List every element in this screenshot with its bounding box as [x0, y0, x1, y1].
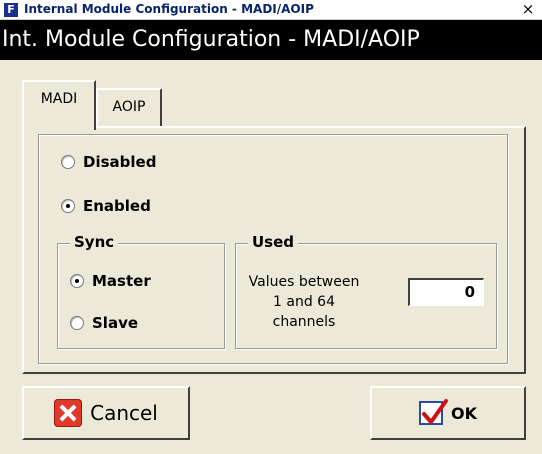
tab-aoip-label: AOIP [112, 99, 146, 115]
page-title: Int. Module Configuration - MADI/AOIP [0, 20, 542, 60]
sync-group: Sync Master Slave [57, 233, 225, 349]
title-bar[interactable]: F Internal Module Configuration - MADI/A… [0, 0, 542, 20]
radio-enabled-label: Enabled [83, 197, 151, 215]
window-title: Internal Module Configuration - MADI/AOI… [24, 2, 314, 16]
radio-disabled-label: Disabled [83, 153, 157, 171]
app-icon: F [4, 3, 18, 17]
ok-button[interactable]: OK [370, 386, 526, 440]
radio-enabled-button[interactable] [61, 199, 75, 213]
used-channels-input[interactable]: 0 [408, 278, 484, 306]
ok-button-label: OK [451, 403, 477, 423]
close-icon[interactable]: × [520, 0, 536, 18]
radio-slave-button[interactable] [70, 316, 84, 330]
used-group: Used Values between 1 and 64 channels 0 [235, 233, 497, 349]
cancel-button[interactable]: Cancel [22, 386, 190, 440]
madi-settings-frame: Disabled Enabled Sync Master Slave Used … [38, 134, 508, 364]
radio-master-button[interactable] [70, 274, 84, 288]
checkmark-icon [419, 399, 448, 425]
madi-panel: Disabled Enabled Sync Master Slave Used … [22, 126, 526, 374]
tab-aoip[interactable]: AOIP [96, 88, 162, 126]
radio-disabled-button[interactable] [61, 155, 75, 169]
radio-slave-label: Slave [92, 314, 139, 332]
radio-slave[interactable]: Slave [70, 314, 138, 332]
radio-master-label: Master [92, 272, 151, 290]
radio-disabled[interactable]: Disabled [61, 153, 156, 171]
sync-group-title: Sync [70, 233, 119, 251]
red-x-icon [54, 399, 83, 427]
used-description: Values between 1 and 64 channels [248, 274, 360, 330]
cancel-button-label: Cancel [90, 401, 158, 425]
tab-madi-label: MADI [40, 91, 78, 107]
radio-enabled[interactable]: Enabled [61, 197, 151, 215]
tab-madi[interactable]: MADI [22, 80, 96, 130]
radio-master[interactable]: Master [70, 272, 151, 290]
used-group-title: Used [248, 233, 299, 251]
